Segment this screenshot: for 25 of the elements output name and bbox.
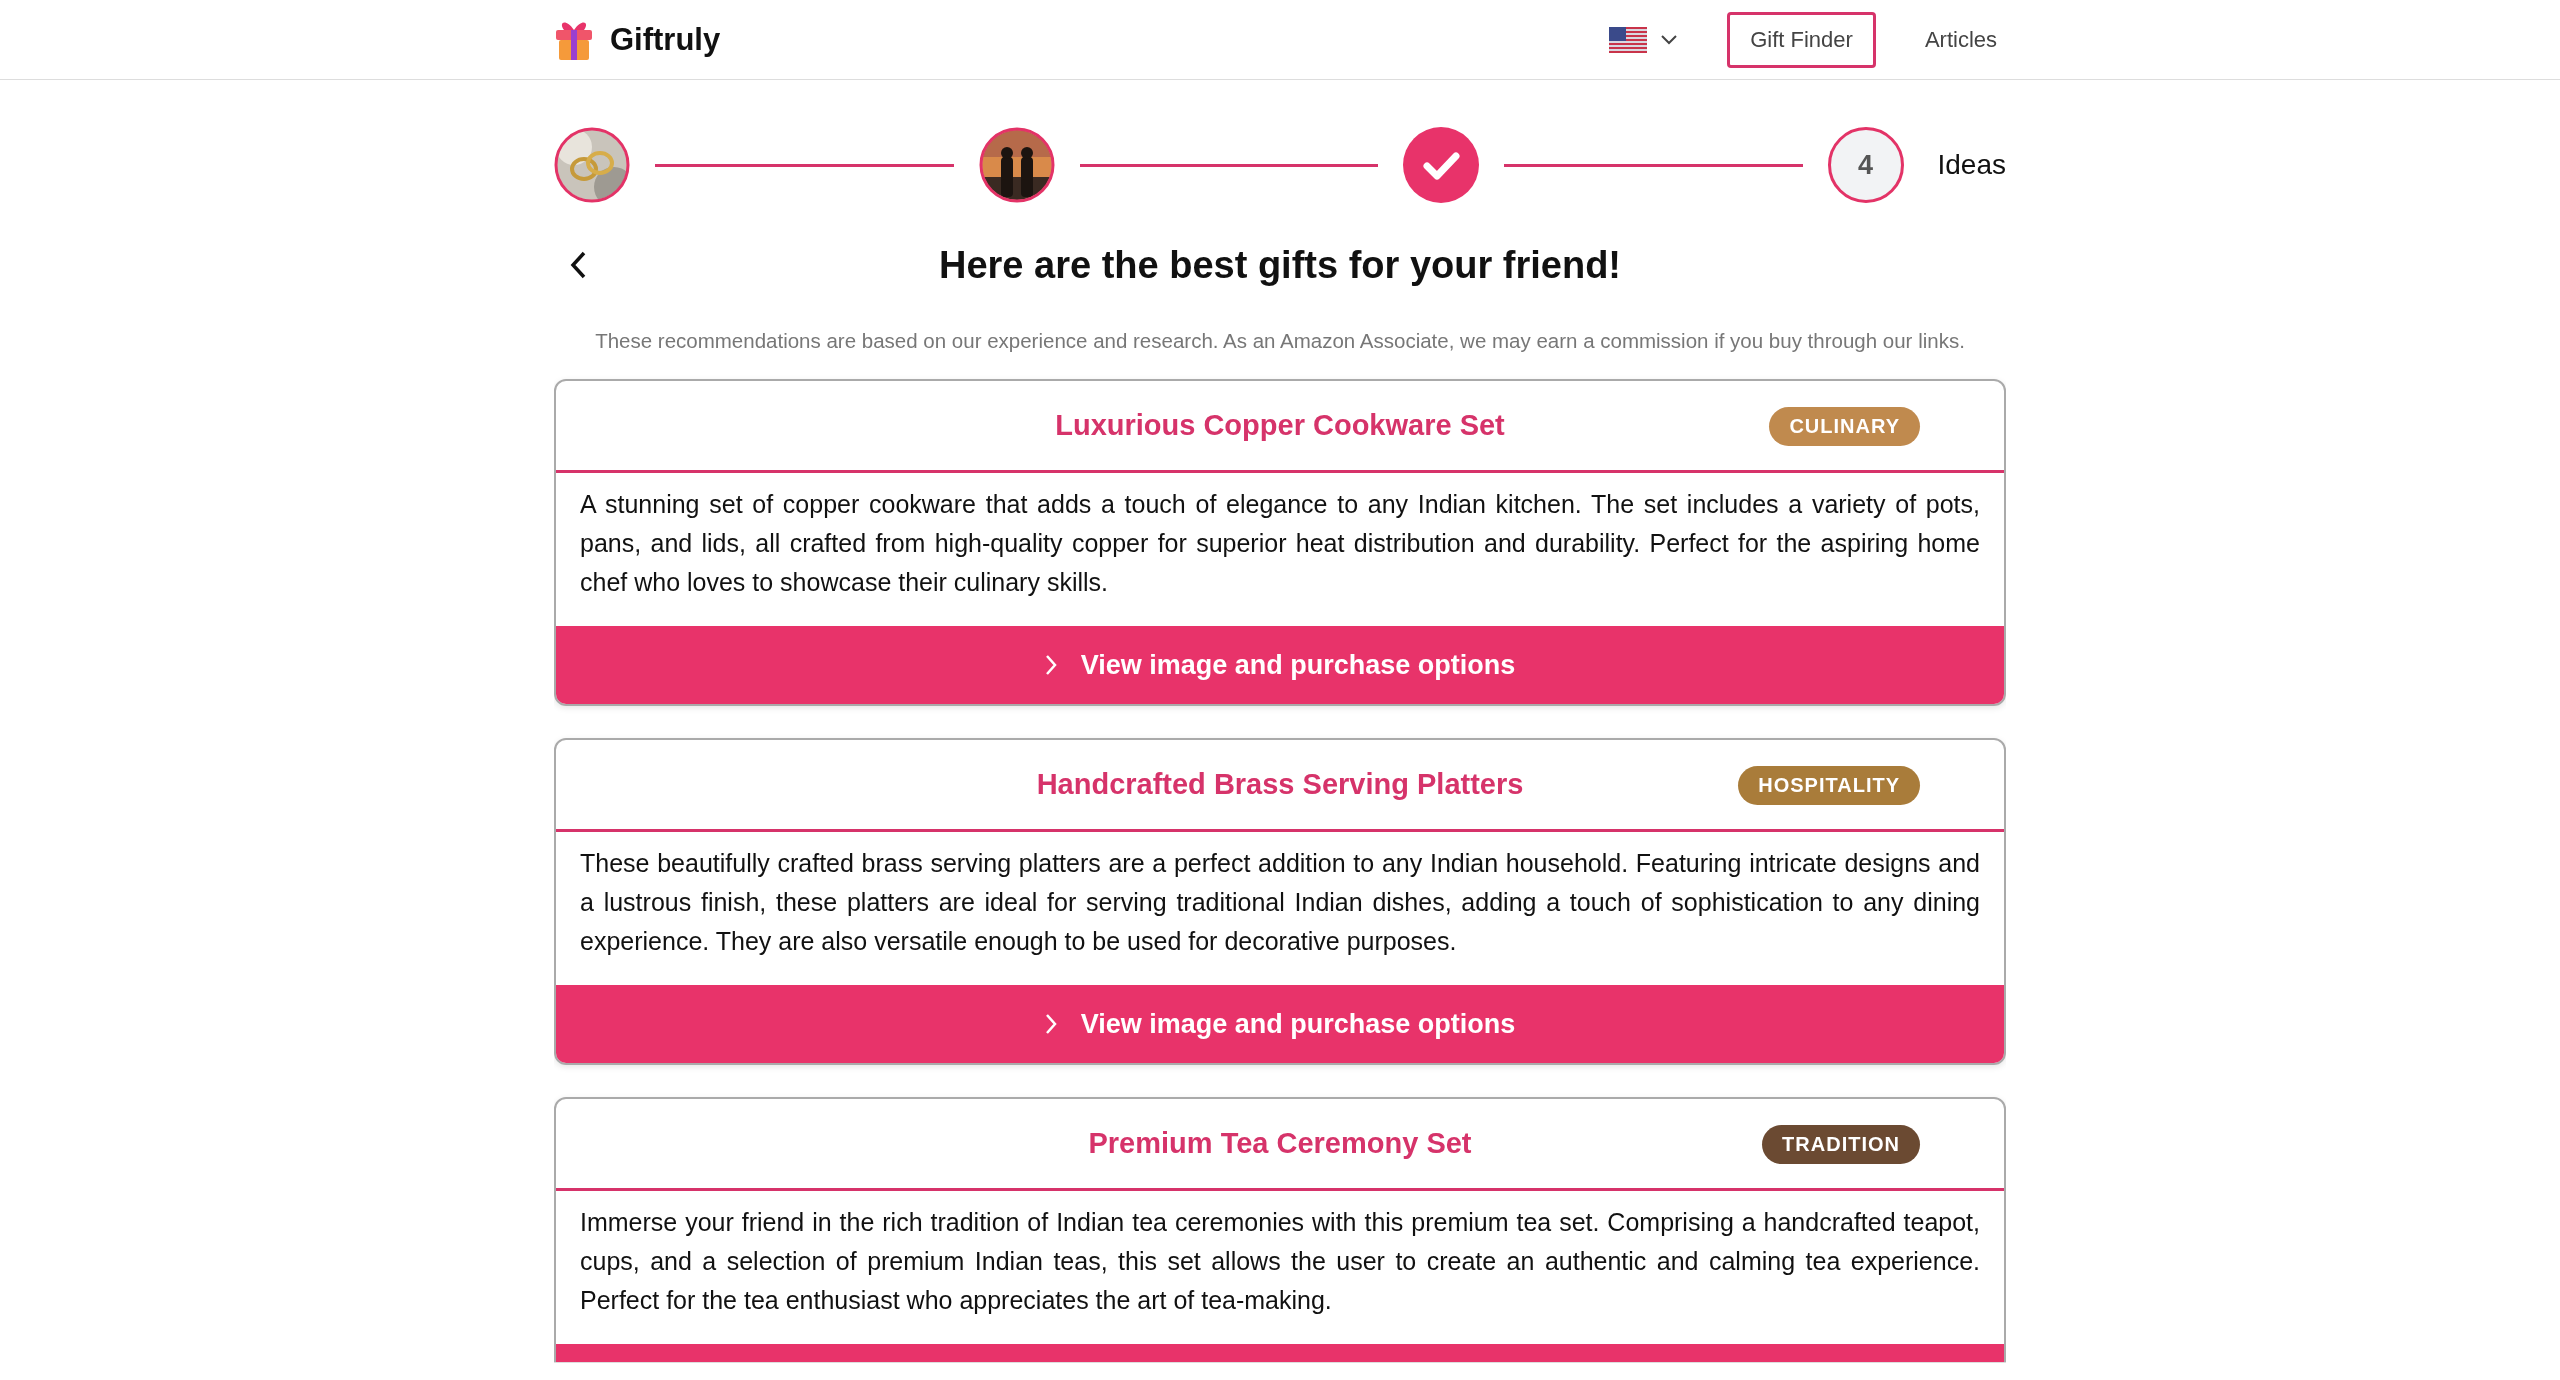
category-tag: HOSPITALITY bbox=[1738, 766, 1920, 805]
language-selector[interactable] bbox=[1609, 26, 1678, 53]
step-number: 4 bbox=[1827, 127, 1904, 203]
disclaimer: These recommendations are based on our experience and research. As an Amazon Associate, we may earn a commission if you buy through our links. bbox=[594, 329, 1966, 353]
gift-title: Premium Tea Ceremony Set bbox=[1088, 1127, 1472, 1160]
purchase-options-button[interactable]: View image and purchase options bbox=[556, 985, 2004, 1063]
chevron-left-icon bbox=[570, 251, 586, 279]
gift-description: These beautifully crafted brass serving platters are a perfect addition to any Indian household. Featuring intricate designs and a lustrous finish, these platters are ideal for serving traditional Indian dishes, adding a touch of sophistication to any dining experience. They are also versatile enough to be used for decorative purposes. bbox=[579, 848, 1981, 957]
category-tag: TRADITION bbox=[1762, 1125, 1920, 1164]
gift-description: A stunning set of copper cookware that adds a touch of elegance to any Indian kitchen. The set includes a variety of pots, pans, and lids, all crafted from high-quality copper for superior heat distribution and durability. Perfect for the aspiring home chef who loves to showcase their culinary skills. bbox=[579, 489, 1981, 598]
purchase-options-button[interactable]: View image and purchase options bbox=[556, 626, 2004, 704]
nav-link[interactable]: Articles bbox=[1901, 11, 2020, 68]
category-tag: CULINARY bbox=[1769, 407, 1920, 446]
step-label: Ideas bbox=[1937, 149, 2006, 181]
check-icon bbox=[1403, 127, 1479, 203]
chevron-right-icon bbox=[1044, 654, 1057, 676]
nav-link[interactable]: Gift Finder bbox=[1727, 11, 1876, 68]
gift-title: Handcrafted Brass Serving Platters bbox=[1036, 768, 1524, 801]
brand-name[interactable]: Giftruly bbox=[610, 21, 721, 58]
gift-description: Immerse your friend in the rich tradition of Indian tea ceremonies with this premium tea set. Comprising a handcrafted teapot, cups, and a selection of premium Indian teas, this set allows the user to create an authentic and calming tea experience. Perfect for the tea enthusiast who appreciates the art of tea-making. bbox=[579, 1207, 1981, 1316]
chevron-down-icon bbox=[1661, 34, 1678, 45]
gift-title: Luxurious Copper Cookware Set bbox=[1055, 409, 1505, 442]
flag-icon bbox=[1609, 26, 1648, 53]
page-title: Here are the best gifts for your friend! bbox=[939, 243, 1621, 287]
chevron-right-icon bbox=[1044, 1013, 1057, 1035]
